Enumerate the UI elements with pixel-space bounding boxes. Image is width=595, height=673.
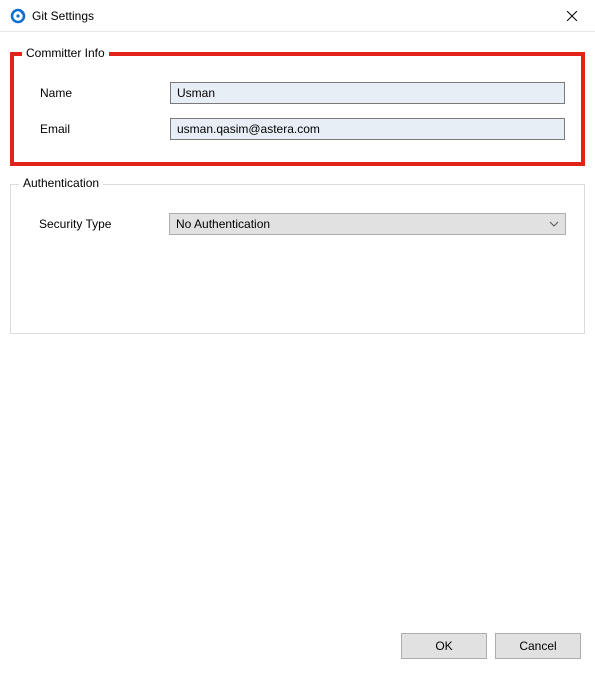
name-row: Name [30,82,565,104]
close-button[interactable] [557,2,587,30]
email-label: Email [30,122,170,136]
email-input[interactable] [170,118,565,140]
chevron-down-icon [549,219,559,230]
titlebar: Git Settings [0,0,595,32]
button-bar: OK Cancel [401,633,581,659]
title-left: Git Settings [10,8,94,24]
authentication-group: Authentication Security Type No Authenti… [10,184,585,334]
content-area: Committer Info Name Email Authentication… [0,32,595,362]
cancel-button[interactable]: Cancel [495,633,581,659]
ok-button[interactable]: OK [401,633,487,659]
auth-legend: Authentication [19,176,103,190]
security-type-value: No Authentication [176,217,270,231]
window-title: Git Settings [32,9,94,23]
security-type-select[interactable]: No Authentication [169,213,566,235]
name-input[interactable] [170,82,565,104]
name-label: Name [30,86,170,100]
security-type-label: Security Type [29,217,169,231]
committer-info-group: Committer Info Name Email [10,52,585,166]
app-icon [10,8,26,24]
security-type-row: Security Type No Authentication [29,213,566,235]
email-row: Email [30,118,565,140]
committer-legend: Committer Info [22,46,109,60]
